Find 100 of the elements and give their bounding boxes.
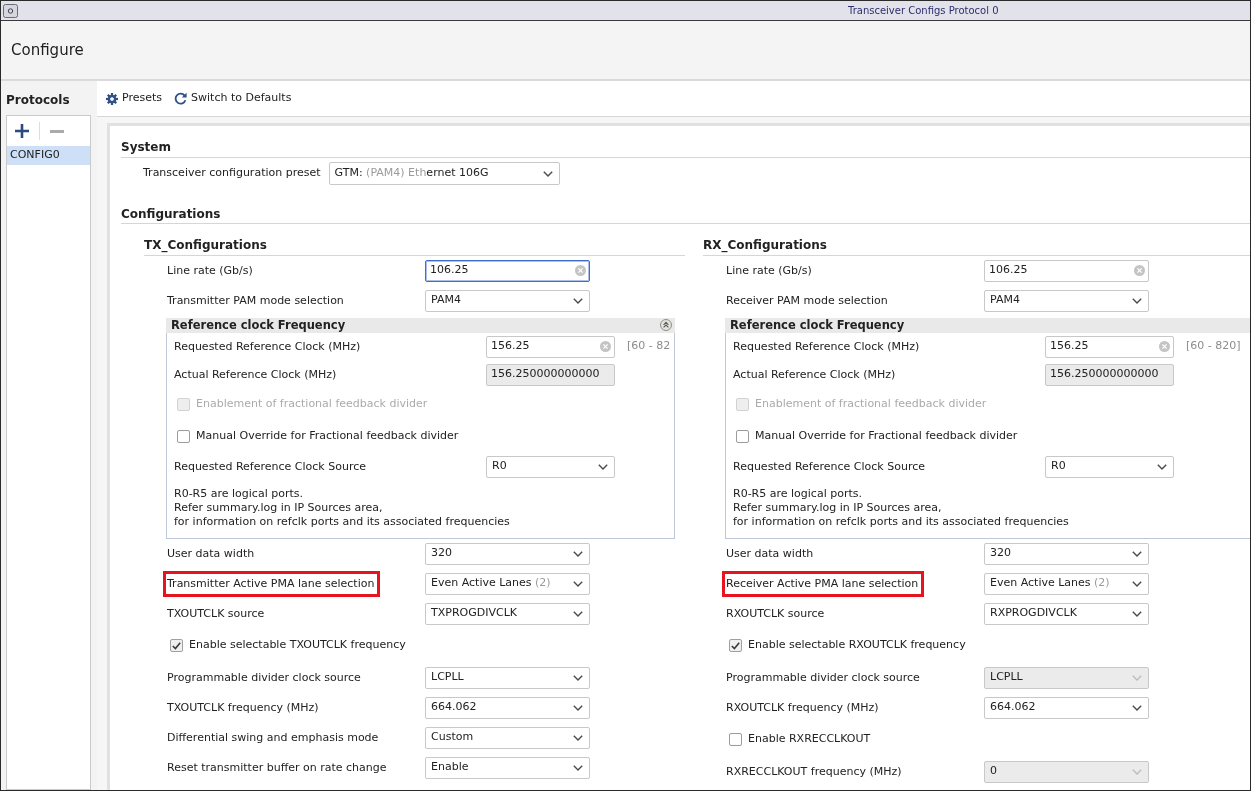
refresh-icon [174, 92, 188, 105]
dropdown[interactable]: PAM4 [425, 289, 590, 312]
dropdown[interactable]: PAM4 [984, 289, 1149, 312]
readonly-field: 156.250000000000 [1045, 363, 1174, 386]
field-label: Receiver Active PMA lane selection [722, 570, 925, 597]
dropdown[interactable]: 664.062 [984, 696, 1149, 719]
chevron-down-icon [1132, 550, 1142, 557]
dropdown[interactable]: RXPROGDIVCLK [984, 602, 1149, 625]
checkmark-icon [172, 641, 181, 650]
chevron-down-icon [1132, 674, 1142, 681]
checkbox-label: Enable selectable TXOUTCLK frequency [189, 637, 406, 654]
checkbox[interactable] [170, 639, 183, 652]
text-field[interactable]: 106.25 [984, 259, 1149, 282]
chevron-down-icon [1132, 610, 1142, 617]
dropdown[interactable]: Custom [425, 726, 590, 749]
sidebar-item[interactable]: CONFIG0 [7, 146, 90, 165]
section-title: System [121, 140, 171, 154]
field-label: Receiver PAM mode selection [726, 293, 888, 308]
note-text: R0-R5 are logical ports. [174, 486, 303, 501]
toolbar-button[interactable]: Presets [106, 90, 163, 107]
field-label: Actual Reference Clock (MHz) [733, 367, 896, 382]
field-label: Transmitter PAM mode selection [167, 293, 344, 308]
chevron-down-icon [573, 580, 583, 587]
column-title: TX_Configurations [144, 238, 267, 252]
text-field[interactable]: 156.25 [486, 335, 615, 358]
clear-icon[interactable] [575, 265, 586, 276]
field-label: RXOUTCLK frequency (MHz) [726, 700, 879, 715]
group-title: Reference clock Frequency [730, 317, 905, 333]
note-text: R0-R5 are logical ports. [733, 486, 862, 501]
chevron-down-icon [573, 550, 583, 557]
section-title: Configurations [121, 206, 221, 221]
chevron-down-icon [573, 734, 583, 741]
toolbar-button[interactable]: Switch to Defaults [174, 90, 292, 107]
checkbox[interactable] [177, 430, 190, 443]
note-text: for information on refclk ports and its associated frequencies [733, 514, 1069, 529]
chevron-down-icon [1132, 704, 1142, 711]
dropdown[interactable]: 320 [984, 542, 1149, 565]
collapse-icon[interactable] [660, 319, 672, 331]
dropdown[interactable]: Even Active Lanes (2) [984, 572, 1149, 595]
text-field[interactable]: 156.25 [1045, 335, 1174, 358]
field-label: User data width [726, 546, 814, 561]
gear-icon [106, 92, 118, 105]
field-label: Line rate (Gb/s) [167, 263, 253, 278]
clear-icon[interactable] [1134, 265, 1145, 276]
note-text: Refer summary.log in IP Sources area, [174, 500, 383, 515]
dropdown[interactable]: Enable [425, 756, 590, 779]
checkbox-label: Manual Override for Fractional feedback divider [196, 428, 459, 445]
clear-icon[interactable] [600, 341, 611, 352]
field-label: Line rate (Gb/s) [726, 263, 812, 278]
checkbox-label: Enablement of fractional feedback divider [196, 396, 428, 413]
field-label: Requested Reference Clock Source [733, 459, 925, 474]
field-label: Reset transmitter buffer on rate change [167, 760, 387, 775]
field-label: Actual Reference Clock (MHz) [174, 367, 337, 382]
field-label: Programmable divider clock source [167, 670, 361, 685]
chevron-down-icon [573, 704, 583, 711]
field-label: Requested Reference Clock Source [174, 459, 366, 474]
plus-icon[interactable] [15, 124, 29, 138]
dropdown[interactable]: GTM: (PAM4) Ethernet 106G [328, 162, 560, 185]
chevron-down-icon [598, 463, 608, 470]
dropdown[interactable]: Even Active Lanes (2) [425, 572, 590, 595]
field-label: Requested Reference Clock (MHz) [733, 339, 920, 354]
readonly-field: 156.250000000000 [486, 363, 615, 386]
field-label: Programmable divider clock source [726, 670, 920, 685]
checkbox-label: Enable RXRECCLKOUT [748, 731, 871, 748]
text-field[interactable]: 106.25 [425, 259, 590, 282]
chevron-down-icon [573, 610, 583, 617]
checkbox-label: Enable selectable RXOUTCLK frequency [748, 637, 966, 654]
note-text: for information on refclk ports and its associated frequencies [174, 514, 510, 529]
sidebar-title: Protocols [6, 92, 70, 109]
window-menu-icon[interactable] [3, 3, 18, 18]
field-label: User data width [167, 546, 255, 561]
clear-icon[interactable] [1159, 341, 1170, 352]
dropdown[interactable]: TXPROGDIVCLK [425, 602, 590, 625]
chevron-down-icon [1132, 580, 1142, 587]
dropdown[interactable]: 664.062 [425, 696, 590, 719]
chevron-down-icon [573, 674, 583, 681]
dropdown[interactable]: LCPLL [425, 666, 590, 689]
field-label: RXOUTCLK source [726, 606, 825, 621]
note-text: Refer summary.log in IP Sources area, [733, 500, 942, 515]
dropdown[interactable]: R0 [1045, 455, 1174, 478]
field-label: Transmitter Active PMA lane selection [163, 570, 381, 597]
checkbox[interactable] [729, 733, 742, 746]
column-title: RX_Configurations [703, 238, 827, 252]
field-label: RXRECCLKOUT frequency (MHz) [726, 764, 902, 779]
chevron-down-icon [573, 297, 583, 304]
checkbox[interactable] [736, 430, 749, 443]
checkbox-label: Enablement of fractional feedback divider [755, 396, 987, 413]
chevron-down-icon [1132, 768, 1142, 775]
field-label: Transceiver configuration preset [143, 166, 321, 180]
field-label: Requested Reference Clock (MHz) [174, 339, 361, 354]
dropdown[interactable]: R0 [486, 455, 615, 478]
checkbox-label: Manual Override for Fractional feedback divider [755, 428, 1018, 445]
field-label: TXOUTCLK source [167, 606, 265, 621]
window-title: Transceiver Configs Protocol 0 [848, 4, 999, 18]
dropdown[interactable]: 320 [425, 542, 590, 565]
checkbox[interactable] [729, 639, 742, 652]
chevron-down-icon [573, 764, 583, 771]
group-title: Reference clock Frequency [171, 317, 346, 333]
page-title: Configure [11, 39, 84, 61]
field-label: TXOUTCLK frequency (MHz) [167, 700, 319, 715]
